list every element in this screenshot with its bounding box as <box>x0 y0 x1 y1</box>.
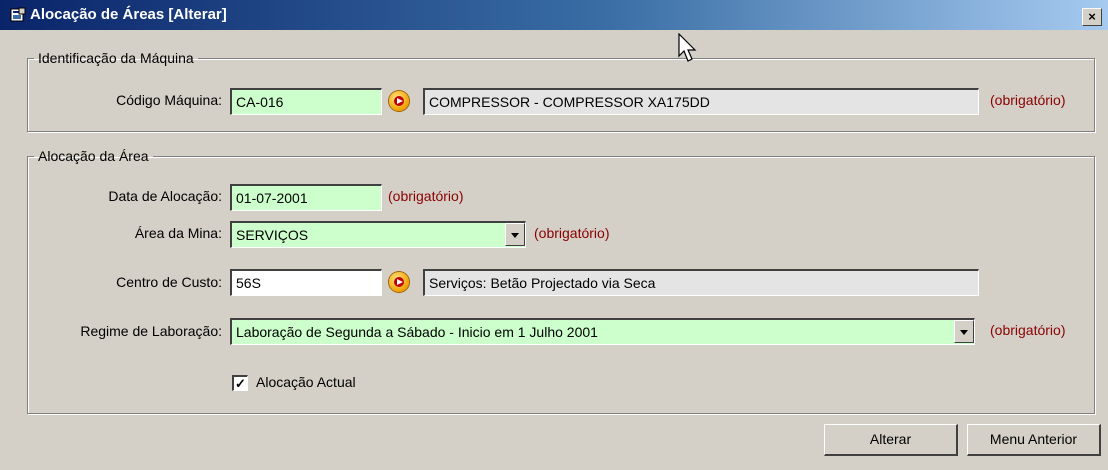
area-group-legend: Alocação da Área <box>38 148 149 164</box>
work-regime-label: Regime de Laboração: <box>80 323 222 339</box>
allocation-date-input[interactable]: 01-07-2001 <box>230 184 382 211</box>
cost-center-label: Centro de Custo: <box>116 274 222 290</box>
mine-area-label: Área da Mina: <box>134 225 222 241</box>
work-regime-value: Laboração de Segunda a Sábado - Inicio e… <box>236 324 598 340</box>
window-title: Alocação de Áreas [Alterar] <box>30 6 227 23</box>
allocation-date-label: Data de Alocação: <box>108 188 222 204</box>
mine-area-select[interactable]: SERVIÇOS <box>230 221 526 248</box>
cost-center-input[interactable]: 56S <box>230 269 382 296</box>
alter-button[interactable]: Alterar <box>824 424 958 456</box>
machine-group-legend: Identificação da Máquina <box>38 50 194 66</box>
work-regime-select[interactable]: Laboração de Segunda a Sábado - Inicio e… <box>230 318 975 345</box>
machine-lookup-button[interactable] <box>389 91 409 111</box>
machine-code-required: (obrigatório) <box>990 92 1066 108</box>
allocation-date-required: (obrigatório) <box>388 188 464 204</box>
current-allocation-checkbox[interactable]: ✓ <box>232 375 248 391</box>
mine-area-value: SERVIÇOS <box>236 227 309 243</box>
title-bar: Alocação de Áreas [Alterar] × <box>0 0 1108 30</box>
machine-code-input[interactable]: CA-016 <box>230 88 382 115</box>
current-allocation-label: Alocação Actual <box>256 374 356 390</box>
machine-description-field: COMPRESSOR - COMPRESSOR XA175DD <box>423 88 979 115</box>
app-icon <box>10 7 26 22</box>
close-icon: × <box>1088 9 1096 24</box>
mine-area-required: (obrigatório) <box>534 225 610 241</box>
machine-code-label: Código Máquina: <box>116 92 222 108</box>
close-button[interactable]: × <box>1082 8 1102 26</box>
cost-center-lookup-button[interactable] <box>389 272 409 292</box>
work-regime-required: (obrigatório) <box>990 322 1066 338</box>
back-menu-button[interactable]: Menu Anterior <box>967 424 1101 456</box>
cost-center-description-field: Serviços: Betão Projectado via Seca <box>423 269 979 296</box>
mouse-cursor-icon <box>678 33 697 62</box>
mine-area-dropdown-button[interactable] <box>505 223 525 246</box>
work-regime-dropdown-button[interactable] <box>954 320 974 343</box>
